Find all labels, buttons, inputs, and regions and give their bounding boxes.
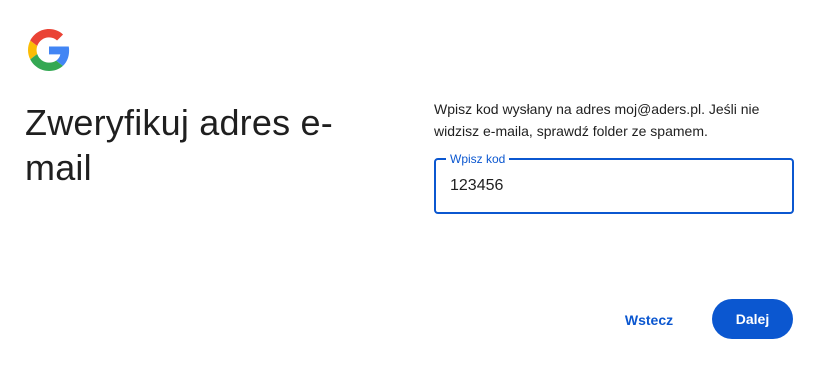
google-g-icon	[28, 29, 70, 71]
page-title: Zweryfikuj adres e-mail	[25, 102, 333, 188]
verify-email-page: Zweryfikuj adres e-mail Wpisz kod wysłan…	[0, 0, 819, 366]
next-button[interactable]: Dalej	[712, 299, 793, 339]
back-button[interactable]: Wstecz	[612, 300, 686, 340]
instructions-text: Wpisz kod wysłany na adres moj@aders.pl.…	[434, 101, 760, 139]
code-input[interactable]	[450, 174, 780, 198]
code-field-label: Wpisz kod	[446, 151, 510, 167]
code-field[interactable]: Wpisz kod	[434, 151, 794, 214]
google-logo	[28, 29, 70, 71]
